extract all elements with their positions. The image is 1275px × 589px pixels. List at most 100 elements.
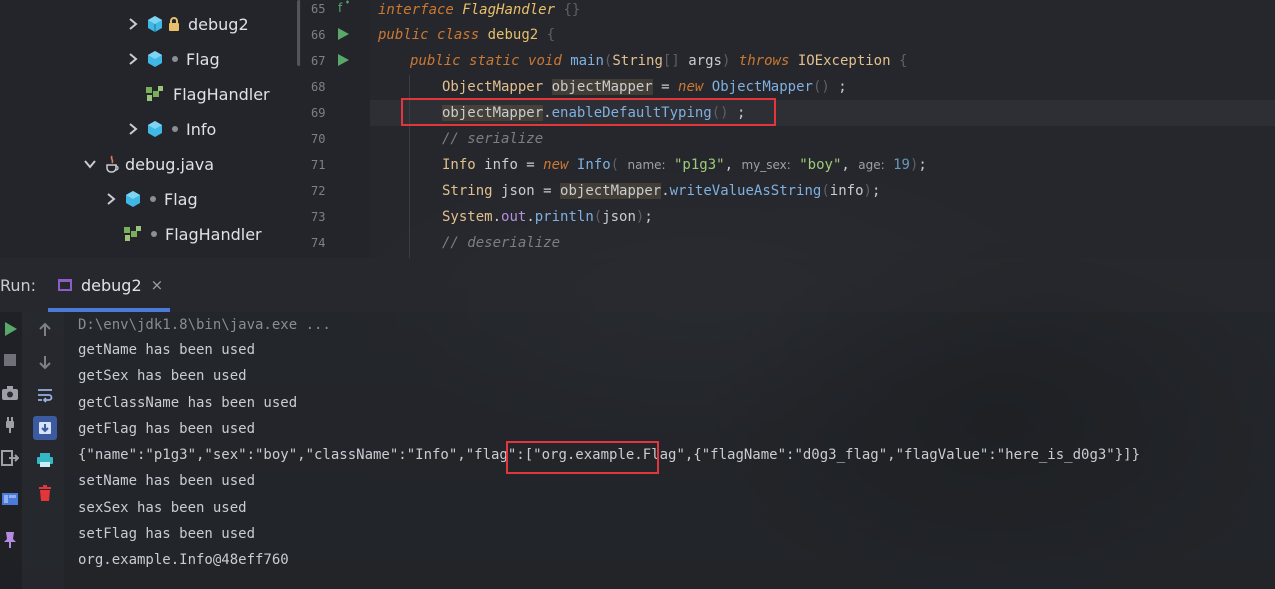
arrow-down-icon[interactable] [35,352,55,372]
code-token: public [378,27,429,43]
stop-icon[interactable] [0,350,20,370]
print-icon[interactable] [35,450,55,470]
console-line: setName has been used [78,473,256,489]
chevron-right-icon[interactable] [104,192,118,206]
code-line-70: // serialize [442,129,543,149]
visibility-dot-icon [150,196,156,202]
trash-icon[interactable] [35,483,55,503]
line-number: 65 [311,2,326,16]
tree-item-flaghandler[interactable]: FlagHandler [145,79,270,109]
code-token: ; [918,157,927,173]
chevron-right-icon[interactable] [126,17,140,31]
layout-icon[interactable] [0,489,20,509]
tree-item-label: debug2 [188,14,249,34]
code-token: FlagHandler [462,2,556,18]
scroll-to-end-icon[interactable] [33,416,57,440]
code-token: 19 [893,157,910,173]
code-token: String [442,183,493,199]
code-token: String [612,53,663,69]
line-number: 72 [311,184,326,198]
code-line-65: interface FlagHandler {} [378,2,581,18]
soft-wrap-icon[interactable] [35,385,55,405]
code-token: . [492,209,502,225]
visibility-dot-icon [151,231,157,237]
line-number: 74 [311,236,326,250]
code-token: debug2 [487,27,539,43]
tree-item-label: debug.java [125,154,215,174]
code-token: ; [644,209,653,225]
implementation-marker-icon[interactable]: f [338,0,352,14]
pin-icon[interactable] [0,530,20,550]
json-text: ,{"flagName":"d0g3_flag","flagValue":"he… [684,447,1141,463]
tab-debug2[interactable]: debug2 × [48,258,170,312]
run-panel-label: Run: [0,276,37,295]
class-cube-icon [126,191,140,207]
run-tool-window-header [0,258,1275,312]
code-token: . [526,209,535,225]
console-line: getFlag has been used [78,421,256,437]
code-token: ; [871,183,881,199]
chevron-right-icon[interactable] [126,122,140,136]
code-comment: // deserialize [442,235,561,251]
json-text: {"name":"p1g3","sex":"boy","className":"… [78,447,534,463]
parameter-hint: age: [858,158,885,172]
tree-item-debug-java[interactable]: debug.java [83,149,214,179]
parameter-hint: my_sex: [741,158,791,172]
code-token: System [442,209,493,225]
tree-item-flag[interactable]: Flag [104,184,198,214]
code-token: IOException [797,53,891,69]
code-token: info [829,183,864,199]
tree-item-flaghandler[interactable]: FlagHandler [123,219,262,249]
chevron-down-icon[interactable] [83,157,97,171]
arrow-up-icon[interactable] [35,320,55,340]
console-line: sexSex has been used [78,500,247,516]
tree-item-debug2[interactable]: debug2 [126,9,249,39]
code-token: new [678,79,704,95]
camera-icon[interactable] [0,383,20,403]
plug-icon[interactable] [0,415,20,435]
tree-item-label: FlagHandler [165,224,262,244]
code-token: args [688,53,722,69]
tree-item-info[interactable]: Info [126,114,216,144]
highlight-box [401,98,776,126]
close-icon[interactable]: × [151,276,164,294]
code-token: class [437,27,480,43]
exit-icon[interactable] [0,448,20,468]
code-line-68: ObjectMapper objectMapper = new ObjectMa… [442,79,847,95]
code-token: json [501,183,535,199]
code-token: ObjectMapper [442,79,544,95]
console-command-line[interactable]: D:\env\jdk1.8\bin\java.exe ... [78,314,331,336]
highlight-box [506,441,659,474]
code-token: Info [576,157,611,173]
line-number: 71 [311,158,326,172]
visibility-dot-icon [172,126,178,132]
run-gutter-icon[interactable] [336,53,350,67]
line-number: 73 [311,210,326,224]
chevron-right-icon[interactable] [126,52,140,66]
console-line: getSex has been used [78,368,247,384]
run-gutter-icon[interactable] [336,27,350,41]
line-number: 66 [311,28,326,42]
line-number: 67 [311,54,326,68]
tree-item-label: Flag [164,189,198,209]
class-cube-icon [148,51,162,67]
code-token: info [484,157,518,173]
code-token: public [410,53,461,69]
code-line-67: public static void main(String[] args) t… [410,53,908,69]
rerun-icon[interactable] [0,319,20,339]
svg-text:f: f [338,1,343,14]
code-token: interface [378,2,454,18]
code-token: ObjectMapper [711,79,813,95]
code-line-72: String json = objectMapper. writeValueAsS… [442,183,881,199]
tree-item-flag[interactable]: Flag [126,44,220,74]
code-line-73: System. out. println(json); [442,209,653,225]
code-token: = [517,157,544,173]
console-line: setFlag has been used [78,526,256,542]
code-token: Info [442,157,476,173]
code-token: . [661,183,670,199]
code-token: main [570,53,604,69]
code-token: ; [838,79,847,95]
code-token: = [652,79,679,95]
code-token: json [602,209,636,225]
tree-item-label: Flag [186,49,220,69]
